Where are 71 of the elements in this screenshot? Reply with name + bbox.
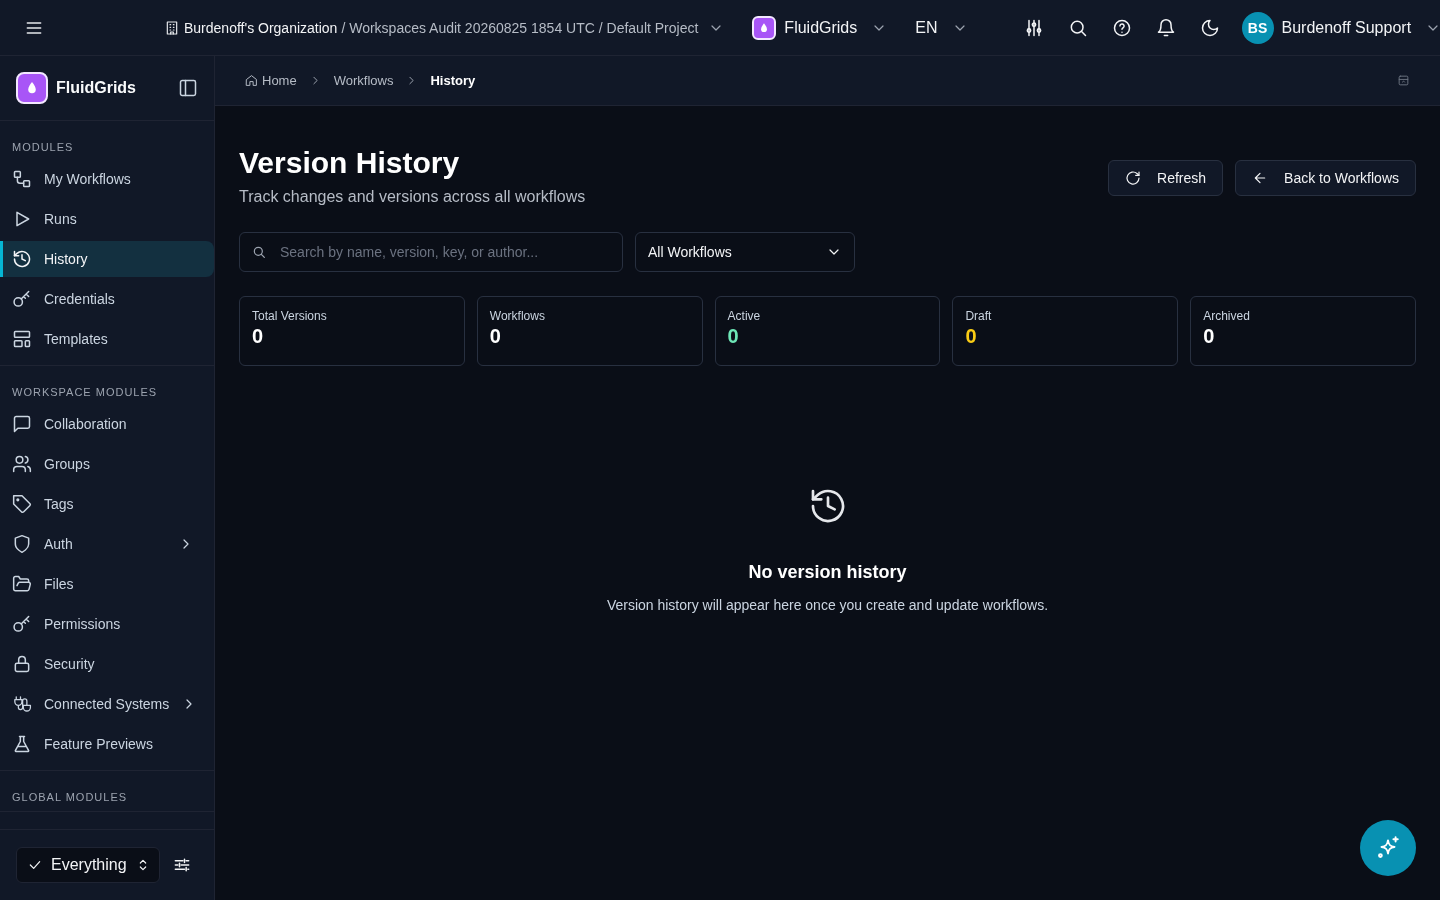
assistant-button[interactable] bbox=[1360, 820, 1416, 876]
stat-label: Archived bbox=[1203, 309, 1251, 323]
history-icon bbox=[12, 249, 32, 269]
workflow-dropdown[interactable]: All Workflows bbox=[635, 232, 855, 272]
home-icon bbox=[245, 74, 258, 87]
stat-label: Total Versions bbox=[252, 309, 328, 323]
stat-label: Workflows bbox=[489, 309, 546, 323]
sparkle-icon bbox=[1375, 835, 1401, 861]
stat-value: 0 bbox=[727, 325, 740, 348]
app-logo-icon bbox=[752, 15, 777, 40]
moon-icon[interactable] bbox=[1199, 17, 1220, 38]
panel-icon[interactable] bbox=[1397, 74, 1410, 87]
workflow-icon bbox=[12, 169, 32, 189]
sidebar-toggle-icon[interactable] bbox=[178, 78, 198, 98]
page-title: Version History bbox=[239, 146, 461, 180]
app-logo-icon bbox=[16, 72, 48, 104]
back-button[interactable]: Back to Workflows bbox=[1235, 160, 1416, 196]
stat-value: 0 bbox=[965, 325, 978, 348]
help-icon[interactable] bbox=[1111, 17, 1132, 38]
sidebar-item[interactable]: Credentials bbox=[0, 281, 214, 317]
stat-value: 0 bbox=[1203, 325, 1216, 348]
folder-icon bbox=[12, 574, 32, 594]
shield-icon bbox=[12, 534, 32, 554]
breadcrumb-link[interactable]: Home bbox=[245, 73, 297, 88]
breadcrumb-link[interactable]: History bbox=[430, 73, 476, 88]
empty-title: No version history bbox=[748, 562, 907, 583]
organization-selector[interactable]: Burdenoff's Organization / Workspaces Audit 20260825 1854 UTC / Default Project bbox=[164, 19, 725, 36]
sidebar-item[interactable]: History bbox=[0, 241, 214, 277]
stat-label: Draft bbox=[965, 309, 993, 323]
stat-value: 0 bbox=[252, 325, 265, 348]
plug-icon bbox=[12, 694, 32, 714]
users-icon bbox=[12, 454, 32, 474]
lock-icon bbox=[12, 654, 32, 674]
stat-label: Active bbox=[727, 309, 762, 323]
brand-name: FluidGrids bbox=[56, 79, 137, 97]
flask-icon bbox=[12, 734, 32, 754]
sidebar-item[interactable]: Groups bbox=[0, 446, 214, 482]
refresh-icon bbox=[1125, 170, 1142, 186]
app-selector[interactable]: FluidGrids bbox=[752, 15, 888, 40]
search-field[interactable]: Search by name, version, key, or author... bbox=[239, 232, 623, 272]
template-icon bbox=[12, 329, 32, 349]
stat-value: 0 bbox=[489, 325, 502, 348]
sidebar-item[interactable]: Feature Previews bbox=[0, 726, 214, 762]
bell-icon[interactable] bbox=[1155, 17, 1176, 38]
key-icon bbox=[12, 614, 32, 634]
avatar: BS bbox=[1241, 11, 1274, 44]
sidebar-item[interactable]: Runs bbox=[0, 201, 214, 237]
building-icon bbox=[164, 19, 180, 36]
sidebar-item[interactable]: Templates bbox=[0, 321, 214, 357]
breadcrumb-link[interactable]: Workflows bbox=[333, 73, 394, 88]
sidebar-item[interactable]: Tags bbox=[0, 486, 214, 522]
page-subtitle: Track changes and versions across all workflows bbox=[239, 188, 586, 206]
tag-icon bbox=[12, 494, 32, 514]
empty-message: Version history will appear here once you create and update workflows. bbox=[606, 597, 1049, 613]
scope-selector[interactable]: Everything bbox=[16, 847, 160, 883]
section-heading: MODULES bbox=[11, 140, 75, 155]
sidebar-item[interactable]: Files bbox=[0, 566, 214, 602]
sidebar-item[interactable]: My Workflows bbox=[0, 161, 214, 197]
section-heading: WORKSPACE MODULES bbox=[11, 385, 159, 400]
key-icon bbox=[12, 289, 32, 309]
section-heading: GLOBAL MODULES bbox=[11, 790, 129, 805]
refresh-button[interactable]: Refresh bbox=[1108, 160, 1224, 196]
search-icon bbox=[251, 244, 267, 260]
chat-icon bbox=[12, 414, 32, 434]
language-selector[interactable]: EN bbox=[915, 18, 968, 37]
sidebar-item[interactable]: Connected Systems bbox=[0, 686, 214, 722]
user-menu[interactable]: BS Burdenoff Support bbox=[1241, 11, 1440, 44]
sidebar-item[interactable]: Permissions bbox=[0, 606, 214, 642]
sidebar-item[interactable]: Collaboration bbox=[0, 406, 214, 442]
sidebar-item[interactable]: Security bbox=[0, 646, 214, 682]
sidebar-item[interactable]: Auth bbox=[0, 526, 214, 562]
